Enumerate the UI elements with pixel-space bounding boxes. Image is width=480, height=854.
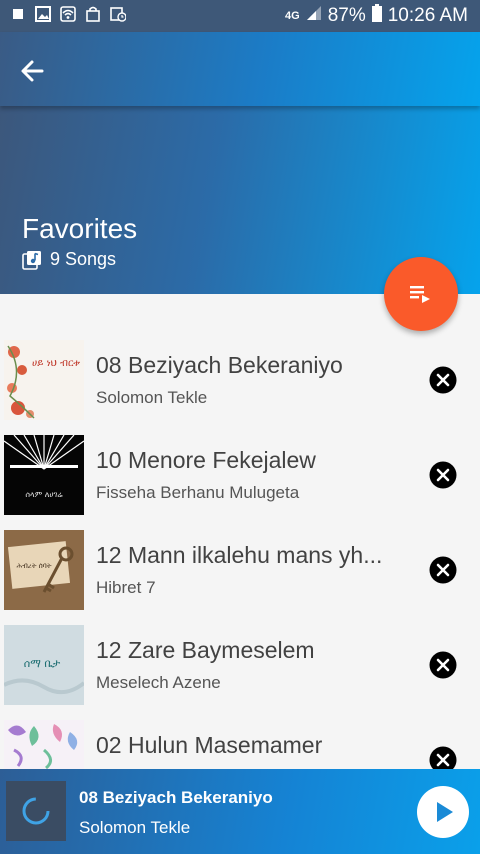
arrow-left-icon — [21, 60, 44, 82]
song-title: 02 Hulun Masemamer — [96, 732, 323, 758]
status-icons-right: 4G 87% 10:26 AM — [285, 4, 468, 28]
gallery-icon — [35, 6, 51, 22]
wifi-icon — [60, 6, 76, 22]
remove-favorite-button[interactable] — [429, 366, 457, 394]
album-art-text: ሰማ ቤታ — [24, 657, 61, 670]
square-notification-icon — [10, 6, 26, 22]
back-button[interactable] — [18, 56, 48, 86]
list-item[interactable]: ሀይ ነህ ብርቱ 08 Beziyach Bekeraniyo Solomon… — [0, 330, 480, 425]
signal-icon — [306, 5, 322, 27]
clock: 10:26 AM — [387, 5, 468, 26]
alarm-icon — [110, 6, 126, 22]
now-playing-art — [6, 781, 66, 841]
favorites-header: Favorites 9 Songs — [0, 32, 480, 294]
now-playing-bar[interactable]: 08 Beziyach Bekeraniyo Solomon Tekle — [0, 769, 480, 854]
remove-favorite-button[interactable] — [429, 651, 457, 679]
song-artist: Hibret 7 — [96, 578, 156, 597]
remove-favorite-button[interactable] — [429, 461, 457, 489]
album-art-text: ሀይ ነህ ብርቱ — [32, 358, 80, 369]
album-art-text: ሰላም ለሀገሬ — [25, 490, 63, 499]
queue-music-icon — [410, 286, 430, 303]
song-list: ሀይ ነህ ብርቱ 08 Beziyach Bekeraniyo Solomon… — [0, 330, 480, 805]
battery-icon — [371, 4, 382, 28]
close-circle-icon — [429, 366, 457, 394]
album-art-text: ሕብረት ሰባት — [17, 562, 52, 570]
toolbar — [0, 32, 480, 106]
close-circle-icon — [429, 461, 457, 489]
queue-fab-button[interactable] — [384, 257, 458, 331]
network-type: 4G — [285, 10, 300, 22]
song-title: 12 Zare Baymeselem — [96, 637, 315, 663]
album-art: ሰማ ቤታ — [4, 625, 84, 705]
now-playing-title: 08 Beziyach Bekeraniyo — [79, 788, 273, 807]
list-item[interactable]: ሰላም ለሀገሬ 10 Menore Fekejalew Fisseha Ber… — [0, 425, 480, 520]
song-count-label: 9 Songs — [50, 249, 117, 269]
album-art: ሰላም ለሀገሬ — [4, 435, 84, 515]
song-title: 10 Menore Fekejalew — [96, 447, 316, 473]
song-title: 08 Beziyach Bekeraniyo — [96, 352, 343, 378]
loading-spinner-icon — [22, 797, 50, 825]
song-artist: Solomon Tekle — [96, 388, 208, 407]
remove-favorite-button[interactable] — [429, 556, 457, 584]
close-circle-icon — [429, 556, 457, 584]
song-title: 12 Mann ilkalehu mans yh... — [96, 542, 383, 568]
status-icons-left — [10, 6, 126, 22]
song-artist: Meselech Azene — [96, 673, 221, 692]
song-artist: Fisseha Berhanu Mulugeta — [96, 483, 300, 502]
page-title: Favorites — [22, 213, 138, 244]
status-bar: 4G 87% 10:26 AM — [0, 0, 480, 32]
now-playing-artist: Solomon Tekle — [79, 818, 191, 837]
song-count: 9 Songs — [22, 249, 116, 270]
list-item[interactable]: ሕብረት ሰባት 12 Mann ilkalehu mans yh... Hib… — [0, 520, 480, 615]
album-art: ሀይ ነህ ብርቱ — [4, 340, 84, 420]
music-library-icon — [22, 250, 41, 270]
album-art: ሕብረት ሰባት — [4, 530, 84, 610]
shopping-bag-icon — [85, 6, 101, 22]
play-icon — [437, 802, 453, 822]
battery-percent: 87% — [327, 5, 366, 26]
list-item[interactable]: ሰማ ቤታ 12 Zare Baymeselem Meselech Azene — [0, 615, 480, 710]
play-button[interactable] — [417, 786, 469, 838]
close-circle-icon — [429, 651, 457, 679]
